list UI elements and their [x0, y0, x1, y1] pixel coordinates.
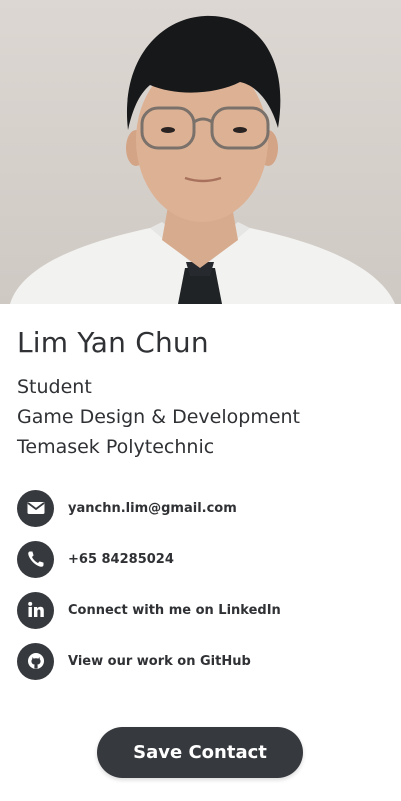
linkedin-icon: [17, 591, 54, 629]
contact-email-label: yanchn.lim@gmail.com: [68, 500, 237, 516]
profile-course: Game Design & Development: [17, 406, 301, 428]
profile-photo: [0, 0, 401, 304]
contact-github[interactable]: View our work on GitHub: [17, 642, 281, 680]
profile-institution: Temasek Polytechnic: [17, 436, 215, 458]
profile-name: Lim Yan Chun: [17, 326, 209, 359]
profile-details: Student Game Design & Development Temase…: [17, 372, 300, 462]
contact-linkedin[interactable]: Connect with me on LinkedIn: [17, 591, 281, 629]
contact-list: yanchn.lim@gmail.com +65 84285024 Connec…: [17, 489, 281, 693]
contact-phone-label: +65 84285024: [68, 551, 174, 567]
envelope-icon: [17, 489, 54, 527]
contact-email[interactable]: yanchn.lim@gmail.com: [17, 489, 281, 527]
phone-icon: [17, 540, 54, 578]
save-contact-button[interactable]: Save Contact: [97, 727, 303, 778]
contact-phone[interactable]: +65 84285024: [17, 540, 281, 578]
profile-role: Student: [17, 376, 92, 398]
contact-linkedin-label: Connect with me on LinkedIn: [68, 602, 281, 618]
contact-github-label: View our work on GitHub: [68, 653, 251, 669]
github-icon: [17, 642, 54, 680]
